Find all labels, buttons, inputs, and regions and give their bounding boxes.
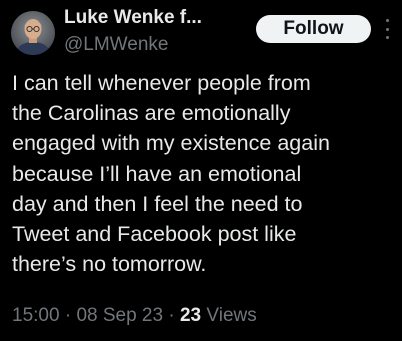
tweet-text-line: Tweet and Facebook post like bbox=[12, 222, 297, 247]
avatar[interactable] bbox=[11, 11, 55, 55]
tweet-time[interactable]: 15:00 bbox=[12, 305, 60, 326]
follow-button[interactable]: Follow bbox=[256, 15, 371, 43]
tweet-date[interactable]: 08 Sep 23 bbox=[76, 305, 163, 326]
tweet-text-line: the Carolinas are emotionally bbox=[12, 101, 291, 126]
tweet-card: Luke Wenke f... @LMWenke Follow I can te… bbox=[0, 0, 402, 341]
more-icon[interactable] bbox=[384, 19, 390, 39]
more-icon-dot bbox=[385, 36, 389, 39]
tweet-text-line: because I’ll have an emotional bbox=[12, 161, 302, 186]
views-count[interactable]: 23 bbox=[180, 305, 201, 326]
more-icon-dot bbox=[385, 19, 389, 22]
tweet-text-line: day and then I feel the need to bbox=[12, 191, 303, 216]
tweet-meta: 15:00 · 08 Sep 23 · 23 Views bbox=[12, 305, 257, 327]
tweet-text-line: there’s no tomorrow. bbox=[12, 252, 207, 277]
views-label: Views bbox=[201, 305, 257, 326]
avatar-image bbox=[11, 11, 55, 55]
tweet-text: I can tell whenever people from the Caro… bbox=[12, 68, 400, 279]
meta-separator: · bbox=[59, 305, 77, 326]
meta-separator: · bbox=[163, 305, 180, 326]
tweet-text-line: I can tell whenever people from bbox=[12, 71, 311, 95]
tweet-text-line: engaged with my existence again bbox=[12, 131, 330, 156]
author-display-name[interactable]: Luke Wenke f... bbox=[64, 7, 202, 29]
author-handle[interactable]: @LMWenke bbox=[64, 34, 168, 56]
more-icon-dot bbox=[385, 27, 389, 31]
